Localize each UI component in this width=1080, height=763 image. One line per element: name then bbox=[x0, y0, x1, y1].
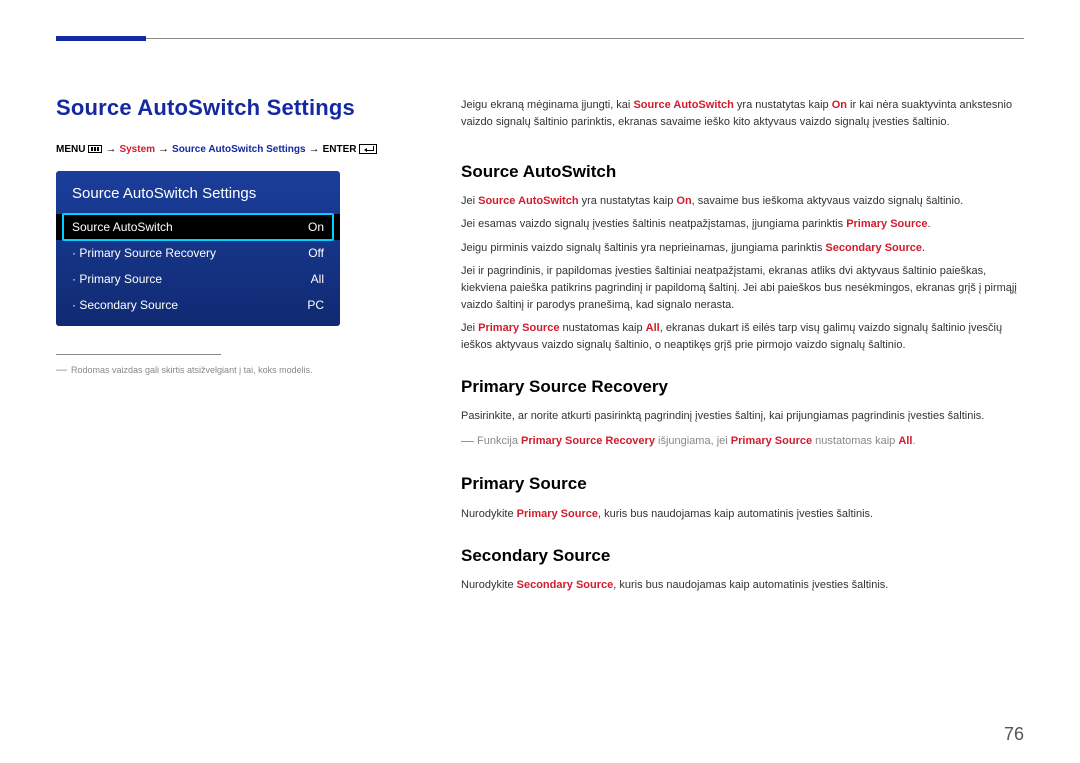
term-on: On bbox=[676, 195, 691, 207]
term-secondary-source: Secondary Source bbox=[517, 579, 614, 591]
term-primary-source-recovery: Primary Source Recovery bbox=[521, 435, 655, 447]
dash-icon: ― bbox=[461, 433, 474, 448]
osd-row-primary-source-recovery[interactable]: Primary Source Recovery Off bbox=[56, 240, 340, 266]
text: išjungiama, jei bbox=[655, 435, 731, 447]
text: . bbox=[928, 218, 931, 230]
osd-value: All bbox=[311, 272, 324, 286]
menu-icon bbox=[88, 145, 102, 153]
enter-icon bbox=[359, 144, 377, 154]
text: . bbox=[922, 242, 925, 254]
left-column: Source AutoSwitch Settings MENU → System… bbox=[56, 70, 401, 733]
osd-label: Secondary Source bbox=[72, 298, 178, 312]
dash-icon: ― bbox=[56, 364, 67, 376]
footnote-rule bbox=[56, 354, 221, 355]
osd-row-source-autoswitch[interactable]: Source AutoSwitch On bbox=[56, 214, 340, 240]
arrow-right-icon: → bbox=[158, 143, 169, 155]
paragraph: Pasirinkite, ar norite atkurti pasirinkt… bbox=[461, 408, 1024, 425]
breadcrumb: MENU → System → Source AutoSwitch Settin… bbox=[56, 143, 401, 155]
breadcrumb-enter: ENTER bbox=[323, 144, 357, 155]
osd-row-primary-source[interactable]: Primary Source All bbox=[56, 266, 340, 292]
osd-value: PC bbox=[307, 298, 324, 312]
term-primary-source: Primary Source bbox=[846, 218, 927, 230]
breadcrumb-menu: MENU bbox=[56, 144, 85, 155]
text: Jei esamas vaizdo signalų įvesties šalti… bbox=[461, 218, 846, 230]
text: . bbox=[912, 435, 915, 447]
arrow-right-icon: → bbox=[309, 143, 320, 155]
paragraph: Jei Source AutoSwitch yra nustatytas kai… bbox=[461, 193, 1024, 210]
intro-paragraph: Jeigu ekraną mėginama įjungti, kai Sourc… bbox=[461, 97, 1024, 131]
page-number: 76 bbox=[1004, 724, 1024, 745]
header-rule bbox=[56, 38, 1024, 39]
osd-label: Source AutoSwitch bbox=[72, 220, 173, 234]
paragraph: Nurodykite Primary Source, kuris bus nau… bbox=[461, 506, 1024, 523]
osd-value: Off bbox=[308, 246, 324, 260]
text: Jei bbox=[461, 322, 478, 334]
term-source-autoswitch: Source AutoSwitch bbox=[633, 99, 733, 111]
paragraph: Nurodykite Secondary Source, kuris bus n… bbox=[461, 577, 1024, 594]
term-secondary-source: Secondary Source bbox=[825, 242, 922, 254]
osd-title: Source AutoSwitch Settings bbox=[56, 185, 340, 214]
text: nustatomas kaip bbox=[812, 435, 898, 447]
footnote: ― Rodomas vaizdas gali skirtis atsižvelgi… bbox=[56, 363, 401, 378]
term-primary-source: Primary Source bbox=[731, 435, 812, 447]
text: yra nustatytas kaip bbox=[579, 195, 677, 207]
term-all: All bbox=[646, 322, 660, 334]
heading-source-autoswitch: Source AutoSwitch bbox=[461, 159, 1024, 185]
osd-label: Primary Source Recovery bbox=[72, 246, 216, 260]
text: Funkcija bbox=[477, 435, 521, 447]
heading-primary-source: Primary Source bbox=[461, 471, 1024, 497]
page-title: Source AutoSwitch Settings bbox=[56, 95, 401, 121]
arrow-right-icon: → bbox=[105, 143, 116, 155]
text: , kuris bus naudojamas kaip automatinis … bbox=[598, 508, 873, 520]
paragraph: Jei Primary Source nustatomas kaip All, … bbox=[461, 320, 1024, 354]
osd-row-secondary-source[interactable]: Secondary Source PC bbox=[56, 292, 340, 318]
term-primary-source: Primary Source bbox=[478, 322, 559, 334]
term-source-autoswitch: Source AutoSwitch bbox=[478, 195, 578, 207]
osd-label: Primary Source bbox=[72, 272, 162, 286]
text: yra nustatytas kaip bbox=[734, 99, 832, 111]
note-paragraph: ―Funkcija Primary Source Recovery išjung… bbox=[461, 431, 1024, 451]
text: Nurodykite bbox=[461, 579, 517, 591]
header-accent bbox=[56, 36, 146, 41]
text: , kuris bus naudojamas kaip automatinis … bbox=[613, 579, 888, 591]
term-primary-source: Primary Source bbox=[517, 508, 598, 520]
paragraph: Jei esamas vaizdo signalų įvesties šalti… bbox=[461, 216, 1024, 233]
term-on: On bbox=[832, 99, 847, 111]
text: Jeigu ekraną mėginama įjungti, kai bbox=[461, 99, 633, 111]
text: Nurodykite bbox=[461, 508, 517, 520]
breadcrumb-system: System bbox=[119, 144, 155, 155]
page-content: Source AutoSwitch Settings MENU → System… bbox=[56, 70, 1024, 733]
osd-panel: Source AutoSwitch Settings Source AutoSw… bbox=[56, 171, 340, 326]
breadcrumb-path: Source AutoSwitch Settings bbox=[172, 144, 306, 155]
osd-value: On bbox=[308, 220, 324, 234]
term-all: All bbox=[898, 435, 912, 447]
paragraph: Jeigu pirminis vaizdo signalų šaltinis y… bbox=[461, 240, 1024, 257]
heading-primary-source-recovery: Primary Source Recovery bbox=[461, 374, 1024, 400]
text: nustatomas kaip bbox=[559, 322, 645, 334]
text: Jeigu pirminis vaizdo signalų šaltinis y… bbox=[461, 242, 825, 254]
right-column: Jeigu ekraną mėginama įjungti, kai Sourc… bbox=[461, 70, 1024, 733]
paragraph: Jei ir pagrindinis, ir papildomas įvesti… bbox=[461, 263, 1024, 314]
text: , savaime bus ieškoma aktyvaus vaizdo si… bbox=[692, 195, 963, 207]
heading-secondary-source: Secondary Source bbox=[461, 543, 1024, 569]
footnote-text: Rodomas vaizdas gali skirtis atsižvelgia… bbox=[71, 365, 313, 375]
text: Jei bbox=[461, 195, 478, 207]
